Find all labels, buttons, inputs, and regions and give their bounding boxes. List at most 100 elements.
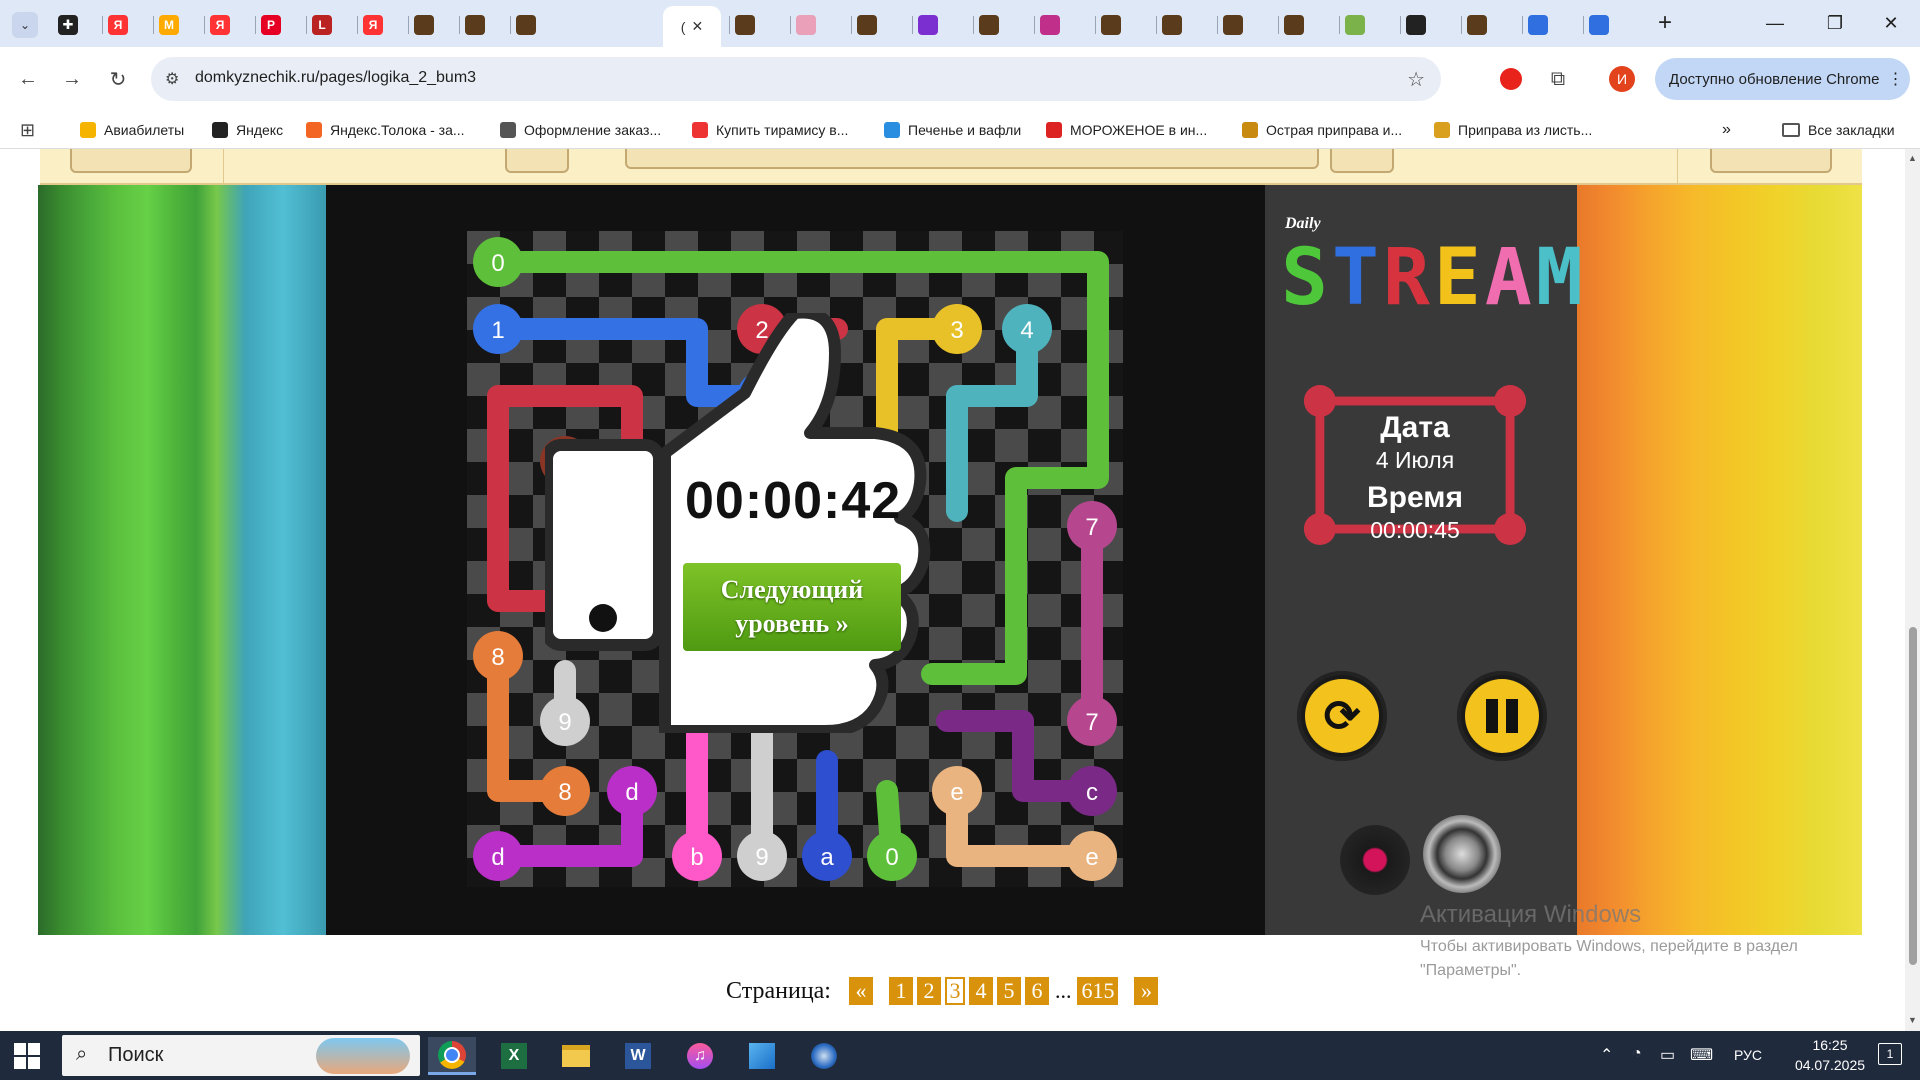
pagination-page[interactable]: 5 bbox=[996, 977, 1021, 1005]
tab-item[interactable] bbox=[918, 8, 938, 41]
record-icon[interactable] bbox=[1340, 825, 1410, 895]
bookmark-item[interactable]: Яндекс.Толока - за... bbox=[306, 119, 465, 141]
pagination-prev[interactable]: « bbox=[848, 977, 873, 1005]
tab-item[interactable]: Я bbox=[210, 8, 230, 41]
strip-button[interactable] bbox=[505, 149, 569, 173]
tab-item[interactable] bbox=[1589, 8, 1609, 41]
tab-item[interactable] bbox=[1406, 8, 1426, 41]
tab-item[interactable] bbox=[516, 8, 536, 41]
chrome-update-button[interactable]: Доступно обновление Chrome ⋮ bbox=[1655, 58, 1910, 100]
more-bookmarks-icon[interactable]: » bbox=[1722, 119, 1731, 141]
maximize-button[interactable]: ❐ bbox=[1820, 10, 1850, 36]
back-icon[interactable]: ← bbox=[14, 65, 42, 93]
forward-icon[interactable]: → bbox=[58, 65, 86, 93]
taskbar-photos-icon[interactable] bbox=[738, 1037, 786, 1075]
reload-icon[interactable]: ↻ bbox=[104, 65, 132, 93]
tab-item[interactable] bbox=[1284, 8, 1304, 41]
speaker-icon[interactable] bbox=[1423, 815, 1501, 893]
taskbar-explorer-icon[interactable] bbox=[552, 1037, 600, 1075]
tab-item[interactable] bbox=[1040, 8, 1060, 41]
tab-item[interactable]: P bbox=[261, 8, 281, 41]
bookmark-item[interactable]: Яндекс bbox=[212, 119, 283, 141]
strip-button[interactable] bbox=[1330, 149, 1394, 173]
tab-item[interactable]: ✚ bbox=[58, 8, 78, 41]
new-tab-button[interactable]: + bbox=[1650, 9, 1680, 36]
clock-date[interactable]: 04.07.2025 bbox=[1776, 1057, 1884, 1073]
tab-item[interactable] bbox=[1223, 8, 1243, 41]
extensions-puzzle-icon[interactable]: ⧉ bbox=[1544, 65, 1572, 93]
dot-0-start: 0 bbox=[473, 237, 523, 287]
tab-item[interactable] bbox=[1467, 8, 1487, 41]
bookmark-star-icon[interactable]: ☆ bbox=[1407, 67, 1425, 92]
windows-activation-title: Активация Windows bbox=[1420, 901, 1642, 928]
pagination-page[interactable]: 2 bbox=[916, 977, 941, 1005]
windows-start-icon[interactable] bbox=[14, 1043, 40, 1074]
network-icon[interactable]: ◔ bbox=[1632, 1045, 1642, 1063]
tab-item[interactable] bbox=[1528, 8, 1548, 41]
pagination-next[interactable]: » bbox=[1134, 977, 1159, 1005]
tab-item[interactable] bbox=[1162, 8, 1182, 41]
extension-red-icon[interactable] bbox=[1497, 65, 1525, 93]
profile-avatar[interactable]: И bbox=[1608, 65, 1636, 93]
tab-item[interactable]: Я bbox=[108, 8, 128, 41]
page-scrollbar[interactable]: ▲ ▼ bbox=[1905, 149, 1920, 1031]
restart-button[interactable]: ⟳ bbox=[1297, 671, 1387, 761]
tab-item[interactable] bbox=[414, 8, 434, 41]
url-text[interactable]: domkyznechik.ru/pages/logika_2_bum3 bbox=[195, 69, 476, 87]
bookmark-item[interactable]: Приправа из листь... bbox=[1434, 119, 1592, 141]
tray-chevron-icon[interactable]: ⌃ bbox=[1600, 1045, 1613, 1065]
all-bookmarks-folder[interactable]: Все закладки bbox=[1782, 119, 1895, 141]
logo-letter: T bbox=[1331, 233, 1383, 323]
bookmark-item[interactable]: Печенье и вафли bbox=[884, 119, 1021, 141]
next-level-button[interactable]: Следующий уровень » bbox=[683, 563, 901, 651]
bookmark-item[interactable]: Оформление заказ... bbox=[500, 119, 661, 141]
pagination-page[interactable]: 1 bbox=[888, 977, 913, 1005]
tab-favicon bbox=[414, 14, 434, 35]
pagination-last[interactable]: 615 bbox=[1077, 977, 1119, 1005]
strip-button-left[interactable] bbox=[70, 149, 192, 173]
address-bar[interactable]: ⚙ domkyznechik.ru/pages/logika_2_bum3 ☆ bbox=[151, 57, 1441, 101]
bookmark-item[interactable]: Авиабилеты bbox=[80, 119, 184, 141]
close-window-button[interactable]: ✕ bbox=[1876, 10, 1906, 36]
stream-logo: STREAM bbox=[1281, 233, 1587, 323]
notifications-icon[interactable]: 1 bbox=[1878, 1043, 1902, 1065]
tab-favicon: P bbox=[261, 14, 281, 35]
tab-item[interactable] bbox=[979, 8, 999, 41]
clock-time[interactable]: 16:25 bbox=[1790, 1037, 1870, 1053]
language-indicator[interactable]: РУС bbox=[1734, 1047, 1762, 1063]
taskbar-app-icon[interactable] bbox=[800, 1037, 848, 1075]
tab-item[interactable] bbox=[735, 8, 755, 41]
tab-active[interactable]: (✕ bbox=[663, 6, 721, 47]
bookmark-item[interactable]: Купить тирамису в... bbox=[692, 119, 848, 141]
tab-search-button[interactable]: ⌄ bbox=[12, 8, 38, 41]
battery-icon[interactable]: ▭ bbox=[1660, 1045, 1675, 1065]
tab-item[interactable] bbox=[465, 8, 485, 41]
tab-item[interactable] bbox=[796, 8, 816, 41]
tab-item[interactable]: M bbox=[159, 8, 179, 41]
svg-text:d: d bbox=[625, 779, 638, 806]
tab-item[interactable]: L bbox=[312, 8, 332, 41]
keyboard-icon[interactable]: ⌨ bbox=[1690, 1045, 1713, 1065]
strip-button-right[interactable] bbox=[1710, 149, 1832, 173]
scrollbar-thumb[interactable] bbox=[1909, 627, 1917, 965]
pagination: Страница: « 123456 ... 615 » bbox=[726, 975, 1159, 1007]
taskbar-music-icon[interactable]: ♫ bbox=[676, 1037, 724, 1075]
minimize-button[interactable]: — bbox=[1760, 10, 1790, 36]
svg-text:d: d bbox=[491, 844, 504, 871]
apps-grid-icon[interactable]: ⊞ bbox=[20, 119, 35, 141]
tab-item[interactable]: Я bbox=[363, 8, 383, 41]
pause-button[interactable] bbox=[1457, 671, 1547, 761]
taskbar-excel-icon[interactable]: X bbox=[490, 1037, 538, 1075]
taskbar-word-icon[interactable]: W bbox=[614, 1037, 662, 1075]
pagination-page[interactable]: 6 bbox=[1024, 977, 1049, 1005]
site-info-icon[interactable]: ⚙ bbox=[165, 69, 179, 89]
taskbar-chrome-icon[interactable] bbox=[428, 1037, 476, 1075]
bookmark-item[interactable]: МОРОЖЕНОЕ в ин... bbox=[1046, 119, 1207, 141]
tab-item[interactable] bbox=[857, 8, 877, 41]
bookmark-item[interactable]: Острая приправа и... bbox=[1242, 119, 1402, 141]
tab-item[interactable] bbox=[1345, 8, 1365, 41]
pagination-page[interactable]: 4 bbox=[968, 977, 993, 1005]
taskbar-search-box[interactable]: ⌕ Поиск bbox=[62, 1035, 420, 1076]
bookmark-favicon bbox=[500, 122, 516, 138]
tab-item[interactable] bbox=[1101, 8, 1121, 41]
